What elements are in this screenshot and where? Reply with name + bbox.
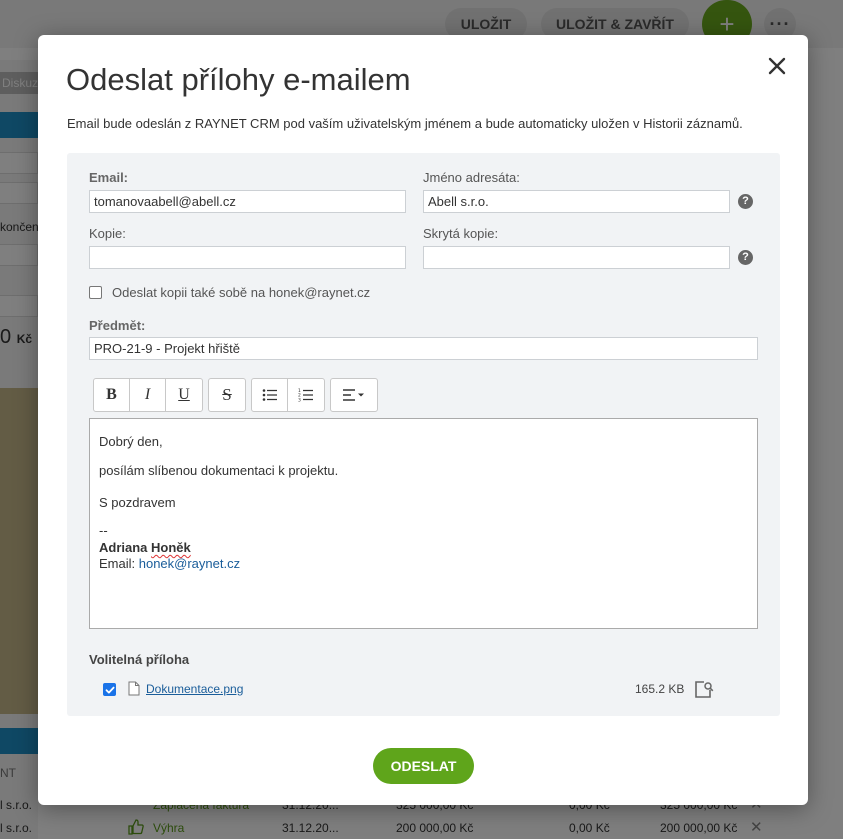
attachment-link[interactable]: Dokumentace.png xyxy=(146,682,243,696)
attachments-title: Volitelná příloha xyxy=(89,652,190,667)
signature-separator: -- xyxy=(99,523,108,538)
align-group xyxy=(330,378,378,412)
signature-name: Adriana Honěk xyxy=(99,540,191,555)
text-format-group: B I U xyxy=(93,378,203,412)
checkmark-icon xyxy=(105,686,114,693)
attachment-size: 165.2 KB xyxy=(635,682,685,696)
email-label: Email: xyxy=(89,170,129,185)
close-button[interactable] xyxy=(764,53,790,79)
send-attachments-dialog: Odeslat přílohy e-mailem Email bude odes… xyxy=(38,35,808,805)
cc-label: Kopie: xyxy=(89,226,126,241)
file-icon xyxy=(128,681,140,699)
help-icon[interactable]: ? xyxy=(738,194,753,209)
dialog-title: Odeslat přílohy e-mailem xyxy=(66,62,411,97)
signature-email: Email: honek@raynet.cz xyxy=(99,556,241,571)
align-dropdown-button[interactable] xyxy=(331,379,377,411)
form-panel: Email: Jméno adresáta: ? Kopie: Skrytá k… xyxy=(67,153,780,716)
list-group: 123 xyxy=(251,378,325,412)
attachment-checkbox[interactable] xyxy=(103,683,116,696)
body-greeting: Dobrý den, xyxy=(99,434,163,449)
numbered-list-icon: 123 xyxy=(298,388,313,402)
attachment-item: Dokumentace.png 165.2 KB xyxy=(103,681,723,699)
recipient-name-field[interactable] xyxy=(423,190,730,213)
send-button[interactable]: ODESLAT xyxy=(373,748,474,784)
self-copy-label: Odeslat kopii také sobě na honek@raynet.… xyxy=(112,285,371,300)
numbered-list-button[interactable]: 123 xyxy=(288,379,324,411)
cc-field[interactable] xyxy=(89,246,406,269)
subject-field[interactable] xyxy=(89,337,758,360)
body-closing: S pozdravem xyxy=(99,495,176,510)
help-icon[interactable]: ? xyxy=(738,250,753,265)
bcc-field[interactable] xyxy=(423,246,730,269)
body-text: posílám slíbenou dokumentaci k projektu. xyxy=(99,463,339,478)
strike-group: S xyxy=(208,378,246,412)
dialog-description: Email bude odeslán z RAYNET CRM pod vaší… xyxy=(67,116,743,131)
bold-button[interactable]: B xyxy=(94,379,130,411)
bullet-list-button[interactable] xyxy=(252,379,288,411)
close-icon xyxy=(768,57,786,75)
bcc-label: Skrytá kopie: xyxy=(423,226,499,241)
email-field[interactable] xyxy=(89,190,406,213)
italic-button[interactable]: I xyxy=(130,379,166,411)
svg-text:3: 3 xyxy=(298,397,301,402)
align-left-icon xyxy=(343,389,364,401)
signature-email-link[interactable]: honek@raynet.cz xyxy=(139,556,240,571)
self-copy-option[interactable]: Odeslat kopii také sobě na honek@raynet.… xyxy=(89,285,370,300)
self-copy-checkbox[interactable] xyxy=(89,286,102,299)
recipient-name-label: Jméno adresáta: xyxy=(423,170,520,185)
preview-icon[interactable] xyxy=(694,680,714,702)
strikethrough-button[interactable]: S xyxy=(209,379,245,411)
underline-button[interactable]: U xyxy=(166,379,202,411)
subject-label: Předmět: xyxy=(89,318,146,333)
message-editor[interactable]: Dobrý den, posílám slíbenou dokumentaci … xyxy=(89,418,758,629)
bullet-list-icon xyxy=(262,389,277,401)
editor-toolbar: B I U S 123 xyxy=(93,378,378,412)
